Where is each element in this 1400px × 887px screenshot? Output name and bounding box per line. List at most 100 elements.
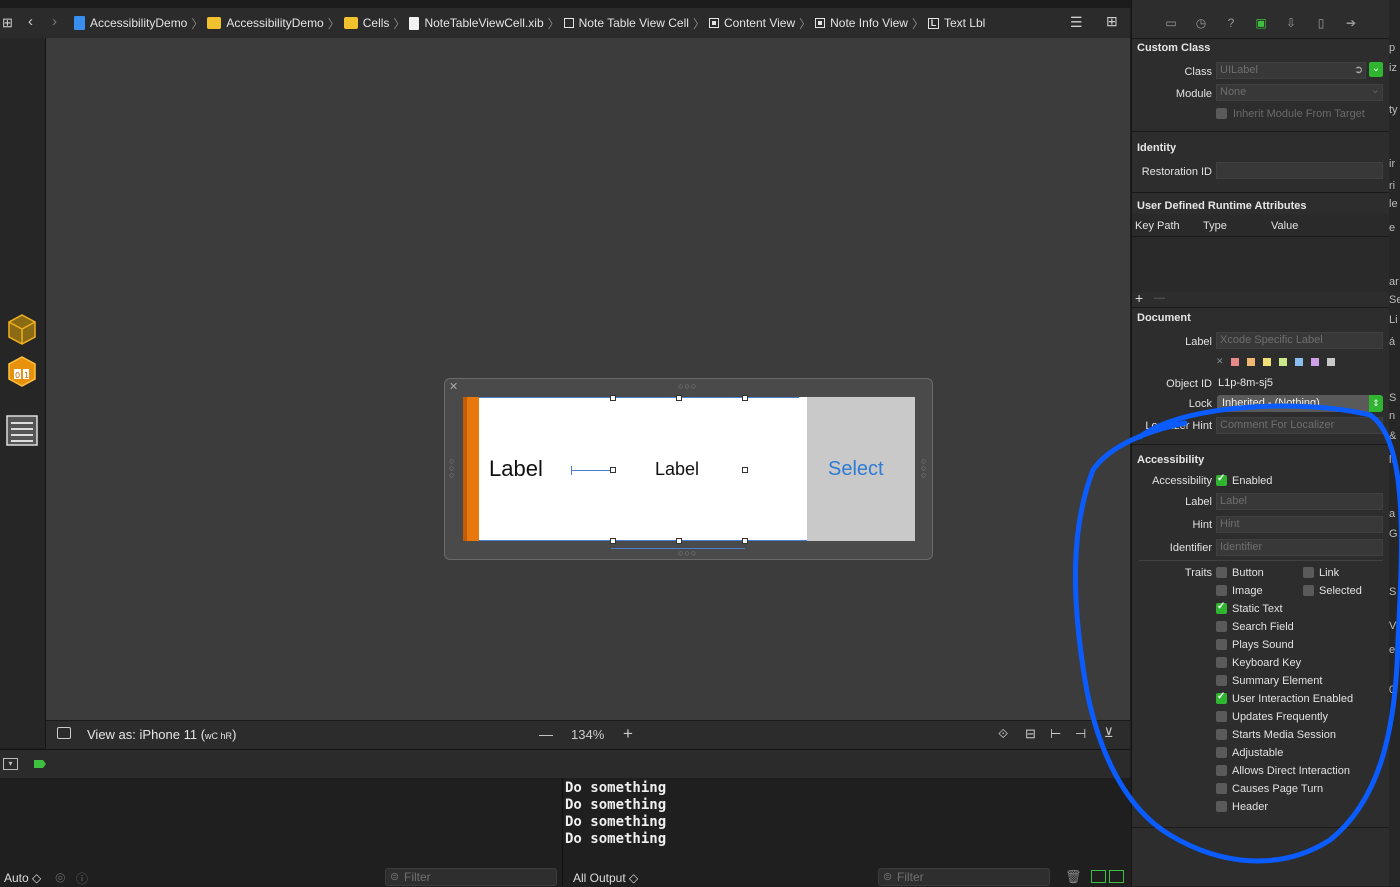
related-items-grid-icon[interactable]: ⊞ bbox=[2, 15, 13, 31]
zoom-out-button[interactable]: — bbox=[539, 726, 553, 742]
resolve-issues-icon[interactable]: ⊣ bbox=[1075, 726, 1086, 742]
trait-checkbox[interactable] bbox=[1216, 657, 1227, 668]
breadcrumb-item[interactable]: L Text Lbl bbox=[927, 16, 985, 30]
value-column-header[interactable]: Value bbox=[1271, 220, 1298, 232]
drag-dots-right[interactable]: ○ ○ ○ bbox=[921, 457, 927, 480]
history-inspector-icon[interactable]: ◷ bbox=[1191, 14, 1211, 32]
breadcrumb-item[interactable]: Cells bbox=[343, 16, 389, 30]
trait-checkbox[interactable] bbox=[1216, 747, 1227, 758]
info-icon[interactable]: ⓘ bbox=[76, 870, 88, 887]
go-to-class-icon[interactable]: ➲ bbox=[1354, 63, 1363, 76]
attributes-inspector-icon[interactable]: ⇩ bbox=[1281, 14, 1301, 32]
trait-checkbox[interactable] bbox=[1216, 729, 1227, 740]
left-label[interactable]: Label bbox=[489, 456, 543, 482]
trait-checkbox[interactable] bbox=[1216, 585, 1227, 596]
module-dropdown-icon[interactable]: ⌄ bbox=[1371, 85, 1379, 96]
accessibility-identifier-field[interactable]: Identifier bbox=[1216, 539, 1383, 556]
auto-scope-select[interactable]: Auto ◇ bbox=[4, 871, 41, 885]
connections-inspector-icon[interactable]: ➔ bbox=[1341, 14, 1361, 32]
color-label-swatch[interactable] bbox=[1326, 357, 1335, 366]
runtime-attributes-table[interactable]: Key Path Type Value bbox=[1132, 214, 1390, 292]
file-inspector-icon[interactable]: ▭ bbox=[1161, 14, 1181, 32]
first-responder-cube-icon[interactable] bbox=[6, 313, 38, 345]
trait-checkbox[interactable] bbox=[1216, 567, 1227, 578]
console-filter-input[interactable]: Filter bbox=[878, 868, 1050, 886]
accessibility-hint-field[interactable]: Hint bbox=[1216, 516, 1383, 533]
resize-handle[interactable] bbox=[610, 395, 616, 401]
trait-checkbox[interactable] bbox=[1216, 621, 1227, 632]
localizer-hint-field[interactable]: Comment For Localizer bbox=[1216, 417, 1383, 434]
drag-dots-left[interactable]: ○ ○ ○ bbox=[449, 457, 455, 480]
trait-checkbox[interactable] bbox=[1303, 567, 1314, 578]
lock-stepper-icon[interactable]: ⇕ bbox=[1369, 395, 1383, 412]
resize-handle[interactable] bbox=[742, 538, 748, 544]
drag-dots-bottom[interactable]: ○○○ bbox=[678, 548, 697, 558]
resize-handle[interactable] bbox=[676, 538, 682, 544]
module-field[interactable]: None bbox=[1216, 84, 1383, 101]
quick-look-icon[interactable]: ◎ bbox=[55, 870, 65, 884]
lock-select[interactable]: Inherited - (Nothing) ⇕ bbox=[1217, 395, 1383, 412]
trash-icon[interactable]: 🗑 bbox=[1065, 869, 1082, 885]
resize-handle[interactable] bbox=[742, 395, 748, 401]
embed-in-icon[interactable]: ⊻ bbox=[1104, 725, 1114, 741]
trait-checkbox[interactable] bbox=[1216, 601, 1227, 614]
files-owner-cube-icon[interactable]: 0 1 bbox=[6, 355, 38, 387]
trait-checkbox[interactable] bbox=[1216, 783, 1227, 794]
trait-checkbox[interactable] bbox=[1216, 765, 1227, 776]
trait-checkbox[interactable] bbox=[1303, 585, 1314, 596]
remove-attribute-button[interactable]: — bbox=[1154, 292, 1165, 304]
restoration-id-field[interactable] bbox=[1216, 162, 1383, 179]
identity-inspector-icon[interactable]: ▣ bbox=[1251, 14, 1271, 32]
trait-checkbox[interactable] bbox=[1216, 639, 1227, 650]
breadcrumb-item[interactable]: NoteTableViewCell.xib bbox=[409, 16, 544, 30]
add-attribute-button[interactable]: + bbox=[1135, 290, 1143, 306]
size-inspector-icon[interactable]: ▯ bbox=[1311, 14, 1331, 32]
trait-checkbox[interactable] bbox=[1216, 801, 1227, 812]
editor-options-icon[interactable]: ☰ bbox=[1070, 14, 1083, 31]
console-output[interactable]: Do something Do something Do something D… bbox=[563, 778, 1130, 886]
output-select[interactable]: All Output ◇ bbox=[573, 871, 638, 885]
hide-debug-area-icon[interactable]: ▾ bbox=[3, 758, 18, 770]
zoom-in-button[interactable]: + bbox=[623, 724, 633, 744]
add-editor-icon[interactable]: ⊞ bbox=[1106, 13, 1118, 30]
breadcrumb-item[interactable]: Content View bbox=[708, 16, 795, 30]
color-label-swatch[interactable] bbox=[1246, 357, 1255, 366]
show-console-icon[interactable] bbox=[1109, 870, 1124, 883]
class-field[interactable]: UILabel bbox=[1216, 62, 1366, 79]
resize-handle[interactable] bbox=[610, 467, 616, 473]
select-button[interactable]: Select bbox=[828, 458, 884, 481]
breadcrumb-item[interactable]: AccessibilityDemo bbox=[207, 16, 324, 30]
accessibility-label-field[interactable]: Label bbox=[1216, 493, 1383, 510]
text-lbl-label[interactable]: Label bbox=[655, 459, 699, 480]
resize-handle[interactable] bbox=[742, 467, 748, 473]
zoom-level[interactable]: 134% bbox=[571, 727, 604, 742]
color-label-swatch[interactable] bbox=[1310, 357, 1319, 366]
document-outline-toggle-icon[interactable] bbox=[57, 727, 71, 739]
close-scene-icon[interactable]: ✕ bbox=[449, 380, 458, 393]
color-label-swatch[interactable] bbox=[1262, 357, 1271, 366]
breadcrumb-item[interactable]: AccessibilityDemo bbox=[74, 16, 187, 30]
color-label-swatch[interactable] bbox=[1278, 357, 1287, 366]
forward-chevron-icon[interactable]: › bbox=[52, 13, 57, 30]
resize-handle[interactable] bbox=[676, 395, 682, 401]
quick-help-icon[interactable]: ? bbox=[1221, 14, 1241, 32]
breakpoints-toggle-icon[interactable] bbox=[34, 760, 46, 768]
resize-handle[interactable] bbox=[610, 538, 616, 544]
breadcrumb-item[interactable]: Note Info View bbox=[815, 16, 908, 30]
accessibility-enabled-checkbox[interactable] bbox=[1216, 473, 1227, 486]
color-label-swatch[interactable] bbox=[1230, 357, 1239, 366]
align-icon[interactable]: ⊟ bbox=[1025, 726, 1036, 742]
table-cell-object-icon[interactable] bbox=[4, 414, 40, 448]
back-chevron-icon[interactable]: ‹ bbox=[28, 13, 33, 30]
breadcrumb-item[interactable]: Note Table View Cell bbox=[563, 16, 689, 30]
trait-checkbox[interactable] bbox=[1216, 711, 1227, 722]
inherit-module-checkbox[interactable] bbox=[1216, 108, 1227, 119]
show-variables-view-icon[interactable] bbox=[1091, 870, 1106, 883]
key-path-column-header[interactable]: Key Path bbox=[1135, 220, 1180, 232]
view-as-device[interactable]: View as: iPhone 11 (wC hR) bbox=[87, 727, 236, 742]
add-constraints-icon[interactable]: ⊢ bbox=[1050, 726, 1061, 742]
trait-checkbox[interactable] bbox=[1216, 675, 1227, 686]
type-column-header[interactable]: Type bbox=[1203, 220, 1227, 232]
update-frames-icon[interactable]: ⟐ bbox=[998, 726, 1008, 742]
clear-color-icon[interactable]: ✕ bbox=[1216, 356, 1224, 367]
